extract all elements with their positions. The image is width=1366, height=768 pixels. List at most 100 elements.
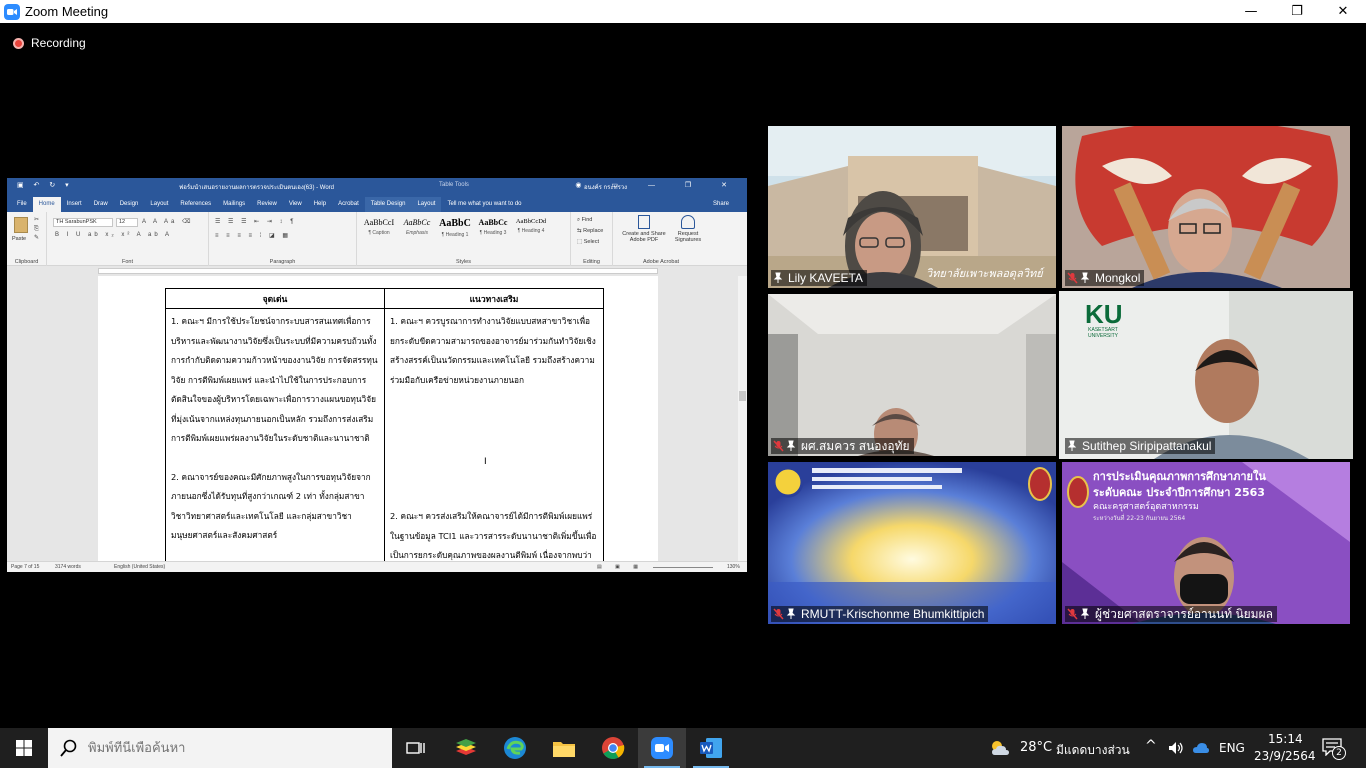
- status-page[interactable]: Page 7 of 15: [11, 564, 39, 570]
- windows-logo-icon: [16, 740, 32, 756]
- speaker-icon[interactable]: [1168, 741, 1184, 755]
- document-table[interactable]: จุดเด่น แนวทางเสริม 1. คณะฯ มีการใช้ประโ…: [165, 288, 604, 561]
- improvement-item-2: 2. คณะฯ ควรส่งเสริมให้คณาจารย์ได้มีการตี…: [390, 511, 597, 560]
- style-heading-3-sample: AaBbCc: [478, 218, 508, 227]
- word-tab-review[interactable]: Review: [251, 197, 283, 212]
- find-button[interactable]: ⌕ Find: [577, 217, 592, 224]
- zoom-title-bar: Zoom Meeting — ❐ ✕: [0, 0, 1366, 23]
- cut-copy-icons[interactable]: ✂ ⎘ ✎: [34, 216, 42, 243]
- request-signatures-label: Request Signatures: [674, 231, 702, 243]
- word-tab-mailings[interactable]: Mailings: [217, 197, 251, 212]
- font-grow-shrink-icons[interactable]: A A Aa ⌫: [142, 218, 194, 225]
- taskbar-search[interactable]: [48, 728, 392, 768]
- request-signatures-button[interactable]: Request Signatures: [671, 215, 705, 243]
- muted-mic-icon: [773, 440, 784, 452]
- paste-icon[interactable]: [14, 217, 28, 233]
- minimize-button[interactable]: —: [1228, 0, 1274, 23]
- font-size-box[interactable]: 12: [116, 218, 138, 227]
- align-icons[interactable]: ≡ ≡ ≡ ≡ ⁞ ◪ ▦: [215, 232, 291, 239]
- style-caption-sample: AaBbCcI: [363, 218, 395, 227]
- start-button[interactable]: [0, 728, 48, 768]
- style-heading-1[interactable]: AaBbC ¶ Heading 1: [437, 218, 473, 244]
- word-share-button[interactable]: Share: [707, 197, 735, 212]
- word-document-area: จุดเด่น แนวทางเสริม 1. คณะฯ มีการใช้ประโ…: [7, 276, 747, 561]
- font-format-icons[interactable]: B I U ab x₂ x² A ab A: [55, 232, 172, 238]
- restore-button[interactable]: ❐: [1274, 0, 1320, 23]
- app-stack-icon: [456, 739, 476, 755]
- word-tab-help[interactable]: Help: [308, 197, 332, 212]
- style-heading-4[interactable]: AaBbCcDd ¶ Heading 4: [513, 218, 549, 244]
- word-tab-references[interactable]: References: [174, 197, 217, 212]
- list-icons[interactable]: ☰ ☰ ☰ ⇤ ⇥ ↕ ¶: [215, 218, 296, 225]
- taskbar-edge[interactable]: [491, 728, 539, 768]
- recording-indicator[interactable]: Recording: [13, 36, 86, 50]
- onedrive-cloud-icon[interactable]: [1192, 742, 1210, 754]
- word-tab-home[interactable]: Home: [32, 197, 61, 212]
- clock-date[interactable]: 23/9/2564: [1254, 749, 1316, 763]
- video-tile-sutithep[interactable]: KU KASETSART UNIVERSITY Sutithep Siripip…: [1059, 291, 1353, 459]
- view-mode-icons[interactable]: ▤ ▣ ▦: [597, 564, 644, 570]
- font-name-box[interactable]: TH SarabunPSK: [53, 218, 113, 227]
- video-tile-anon[interactable]: การประเมินคุณภาพการศึกษาภายใน ระดับคณะ ป…: [1062, 462, 1350, 624]
- status-zoom[interactable]: 130%: [727, 564, 740, 570]
- word-table-tools-label: Table Tools: [439, 182, 469, 188]
- video-tile-rmutt[interactable]: RMUTT-Krischonme Bhumkittipich: [768, 462, 1056, 624]
- style-emphasis[interactable]: AaBbCc Emphasis: [399, 218, 435, 244]
- word-tab-file[interactable]: File: [11, 197, 33, 212]
- taskbar-word[interactable]: [687, 728, 735, 768]
- style-emphasis-name: Emphasis: [406, 230, 428, 236]
- word-page[interactable]: จุดเด่น แนวทางเสริม 1. คณะฯ มีการใช้ประโ…: [98, 276, 658, 561]
- chevron-up-icon[interactable]: ^: [1145, 738, 1157, 754]
- style-caption[interactable]: AaBbCcI ¶ Caption: [361, 218, 397, 244]
- pdf-icon: [638, 215, 650, 229]
- video-tile-somkuan[interactable]: ผศ.สมควร สนองอุทัย: [768, 294, 1056, 456]
- weather-temperature[interactable]: 28°C: [1020, 740, 1052, 755]
- search-input[interactable]: [88, 740, 368, 756]
- notification-center-button[interactable]: 2: [1322, 738, 1350, 760]
- recording-label: Recording: [31, 36, 86, 50]
- create-pdf-button[interactable]: Create and Share Adobe PDF: [621, 215, 667, 243]
- word-tab-design[interactable]: Design: [114, 197, 145, 212]
- word-tab-insert[interactable]: Insert: [61, 197, 88, 212]
- weather-widget[interactable]: [986, 728, 1014, 768]
- scrollbar-thumb[interactable]: [739, 391, 746, 401]
- notification-count-badge: 2: [1332, 746, 1346, 760]
- folder-icon: [553, 742, 575, 757]
- ku-logo-subtitle: KASETSART UNIVERSITY: [1087, 327, 1118, 339]
- editing-group-label: Editing: [583, 259, 600, 265]
- word-ruler[interactable]: [7, 266, 747, 276]
- weather-description[interactable]: มีแดดบางส่วน: [1056, 741, 1130, 760]
- taskbar-app-stack[interactable]: [442, 728, 490, 768]
- select-button[interactable]: ⬚ Select: [577, 239, 599, 245]
- word-tab-table-design[interactable]: Table Design: [364, 197, 412, 212]
- table-cell-strengths[interactable]: 1. คณะฯ มีการใช้ประโยชน์จากระบบสารสนเทศเ…: [165, 308, 385, 561]
- word-window-controls[interactable]: ◉ ▭ — ❐ ✕: [575, 181, 741, 189]
- zoom-slider[interactable]: [653, 567, 713, 568]
- taskbar-file-explorer[interactable]: [540, 728, 588, 768]
- taskbar-chrome[interactable]: [589, 728, 637, 768]
- table-cell-improvements[interactable]: 1. คณะฯ ควรบูรณาการทำงานวิจัยแบบสหสาขาวิ…: [384, 308, 604, 561]
- word-tab-view[interactable]: View: [283, 197, 308, 212]
- clock-time[interactable]: 15:14: [1268, 732, 1303, 746]
- video-tile-lily[interactable]: วิทยาลัยเพาะพลอดุลวิทย์ Lily KAVEETA: [768, 126, 1056, 288]
- word-tab-layout[interactable]: Layout: [144, 197, 174, 212]
- status-language[interactable]: English (United States): [114, 564, 165, 570]
- style-heading-3[interactable]: AaBbCc ¶ Heading 3: [475, 218, 511, 244]
- word-tell-me[interactable]: Tell me what you want to do: [441, 197, 527, 212]
- input-language[interactable]: ENG: [1219, 741, 1245, 755]
- word-tab-draw[interactable]: Draw: [88, 197, 114, 212]
- clipboard-group-label: Clipboard: [14, 259, 39, 265]
- quick-access-toolbar[interactable]: ▣ ↶ ↻ ▾: [17, 181, 73, 189]
- word-vertical-scrollbar[interactable]: [738, 276, 747, 561]
- word-tab-acrobat[interactable]: Acrobat: [332, 197, 365, 212]
- status-words[interactable]: 3174 words: [55, 564, 81, 570]
- word-tab-table-layout[interactable]: Layout: [411, 197, 442, 212]
- participant-name: Sutithep Siripipattanakul: [1082, 439, 1212, 453]
- taskbar-zoom[interactable]: [638, 728, 686, 768]
- paste-label[interactable]: Paste: [12, 236, 26, 242]
- close-button[interactable]: ✕: [1320, 0, 1366, 23]
- task-view-button[interactable]: [392, 728, 440, 768]
- video-tile-mongkol[interactable]: Mongkol: [1062, 126, 1350, 288]
- replace-button[interactable]: ⇆ Replace: [577, 228, 603, 234]
- pin-icon: [1080, 272, 1090, 283]
